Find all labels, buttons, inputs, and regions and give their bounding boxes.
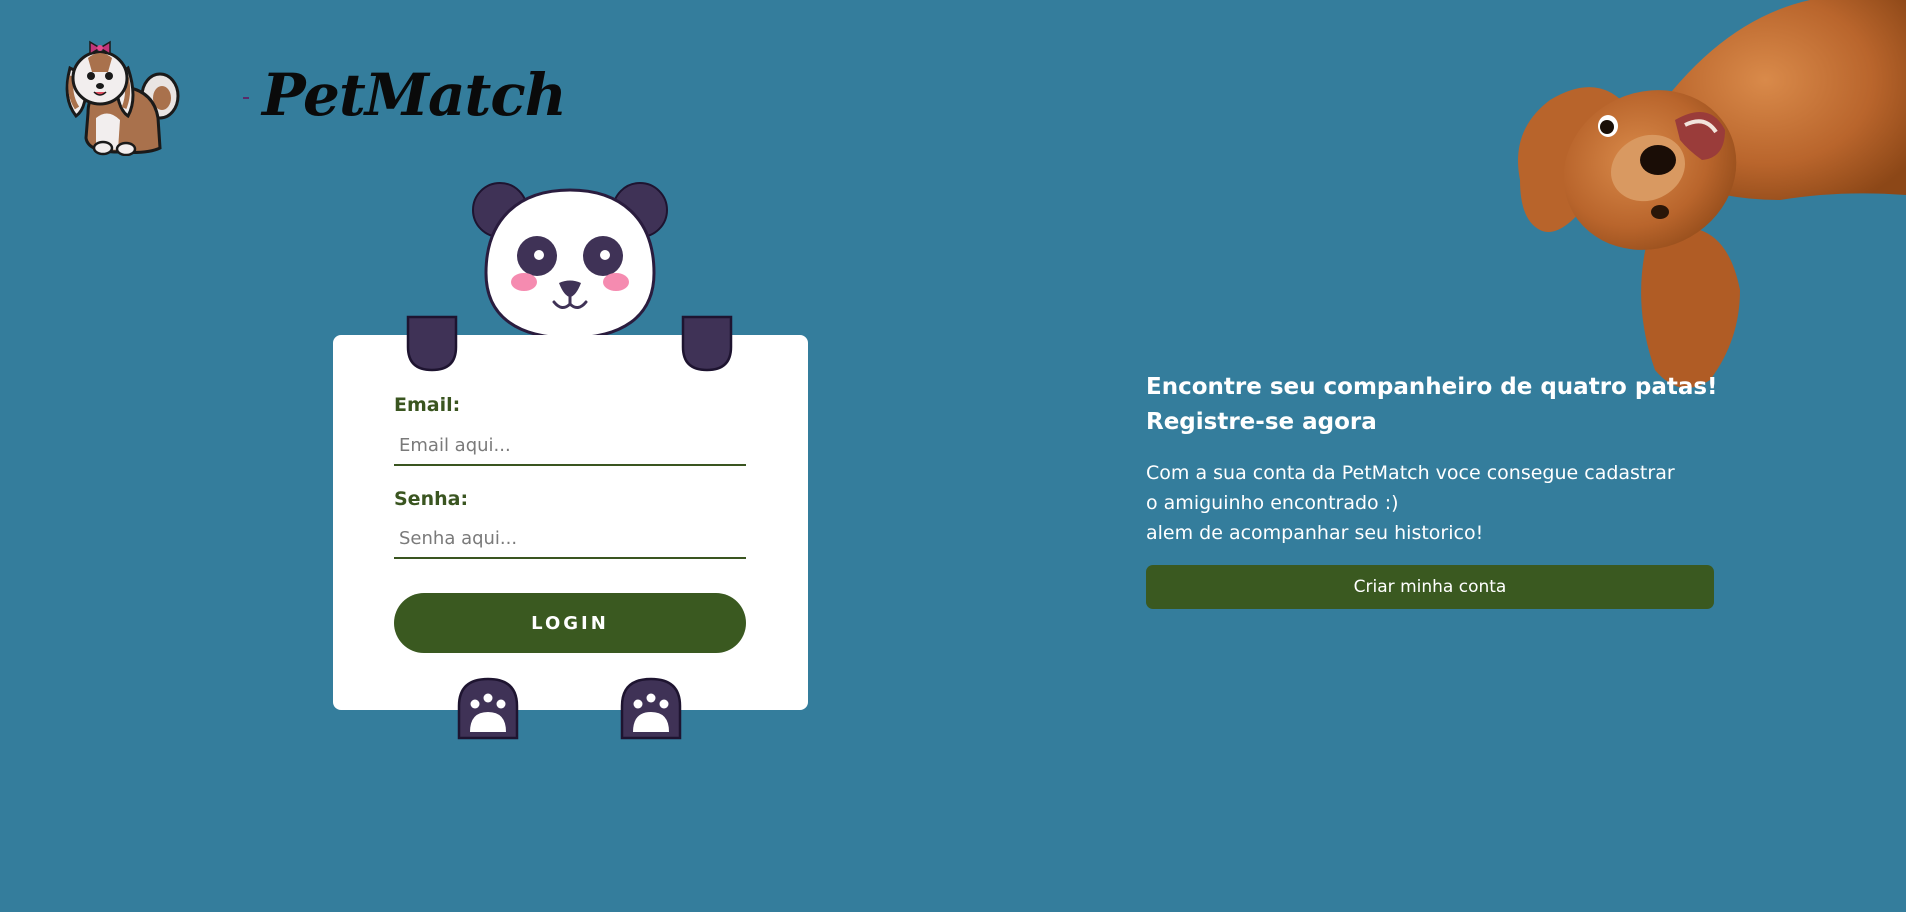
password-label: Senha: [394,488,469,510]
cocker-spaniel-photo [1518,0,1906,388]
login-form: Email: Senha: LOGIN [333,335,808,710]
brand-name: PetMatch [262,61,567,129]
panda-head-icon [472,182,668,340]
promo-heading-line1: Encontre seu companheiro de quatro patas… [1146,374,1718,400]
promo-heading-line2: Registre-se agora [1146,409,1377,435]
promo-body-line2: o amiguinho encontrado :) [1146,492,1399,514]
panda-paw-right-icon [620,677,682,740]
promo-body-line3: alem de acompanhar seu historico! [1146,522,1484,544]
shih-tzu-logo-icon [65,40,180,156]
logo-dash [243,97,249,99]
promo-body: Com a sua conta da PetMatch voce consegu… [1146,458,1736,548]
panda-hand-left [406,315,458,372]
email-input[interactable] [394,426,746,466]
login-page: PetMatch Email: Senha: LOGIN [0,0,1906,912]
email-label: Email: [394,394,461,416]
promo-body-line1: Com a sua conta da PetMatch voce consegu… [1146,462,1675,484]
login-button[interactable]: LOGIN [394,593,746,653]
promo-heading: Encontre seu companheiro de quatro patas… [1146,370,1736,440]
create-account-button[interactable]: Criar minha conta [1146,565,1714,609]
password-input[interactable] [394,519,746,559]
promo-section: Encontre seu companheiro de quatro patas… [1146,370,1736,548]
panda-hand-right [681,315,733,372]
panda-paw-left-icon [457,677,519,740]
